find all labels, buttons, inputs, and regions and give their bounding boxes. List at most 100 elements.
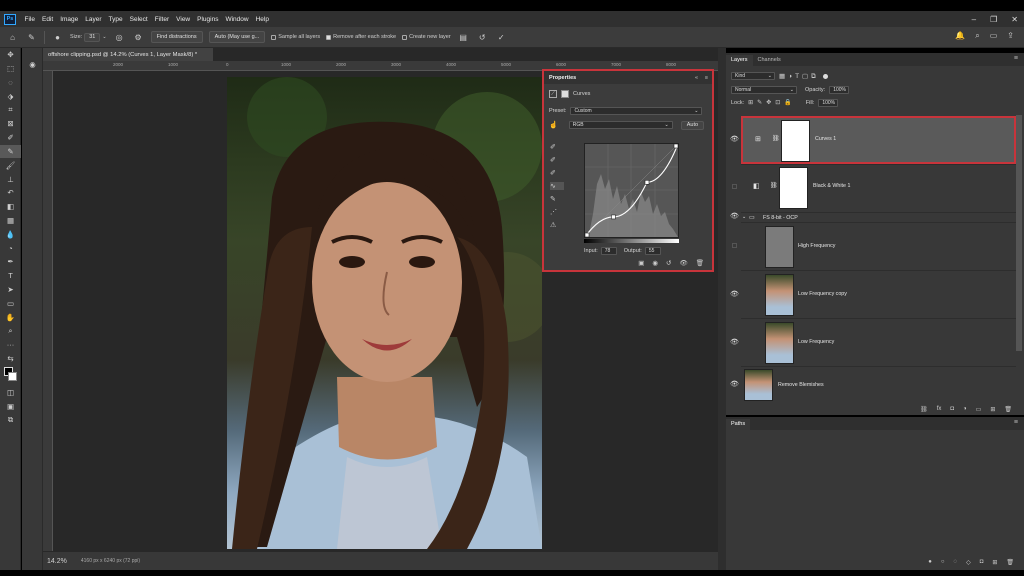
default-colors-icon[interactable]: ⇆ [0, 352, 21, 366]
home-icon[interactable]: ⌂ [6, 31, 19, 44]
layer-row-high-frequency[interactable]: High Frequency [741, 222, 1016, 270]
navigator-icon[interactable]: ◉ [22, 58, 43, 72]
visibility-eye-icon[interactable]: 👁 [730, 338, 739, 346]
curves-graph[interactable] [584, 143, 679, 238]
adjustment-layer-icon[interactable]: ◑ [963, 406, 967, 412]
smooth-curve-icon[interactable]: ⋰ [550, 208, 564, 216]
new-group-icon[interactable]: ▭ [976, 406, 982, 413]
tab-layers[interactable]: Layers [726, 55, 753, 66]
layer-row-low-frequency-copy[interactable]: Low Frequency copy [741, 270, 1016, 318]
view-previous-icon[interactable]: ◉ [652, 259, 658, 267]
menu-type[interactable]: Type [105, 16, 126, 23]
layer-style-icon[interactable]: fx [937, 406, 942, 412]
new-layer-icon[interactable]: ⊞ [990, 406, 995, 413]
layer-thumbnail[interactable] [744, 369, 773, 401]
dodge-tool-icon[interactable]: ◔ [0, 241, 21, 255]
auto-button[interactable]: Auto [680, 120, 705, 130]
pressure-icon[interactable]: ◎ [113, 31, 126, 44]
link-layers-icon[interactable]: ⛓ [920, 406, 928, 413]
target-adjust-icon[interactable]: ☝ [549, 121, 558, 129]
stroke-path-icon[interactable]: ○ [941, 559, 945, 566]
visibility-eye-icon[interactable]: 👁 [730, 290, 739, 298]
color-swatches[interactable] [0, 365, 21, 385]
menu-select[interactable]: Select [126, 16, 151, 23]
add-mask-icon[interactable]: ◘ [980, 559, 984, 566]
layer-row-remove-blemishes[interactable]: Remove Blemishes [741, 366, 1016, 403]
frame-tool-icon[interactable]: ⊠ [0, 117, 21, 131]
eyedropper-tool-icon[interactable]: ✐ [0, 131, 21, 145]
layer-row-low-frequency[interactable]: Low Frequency [741, 318, 1016, 366]
undo-icon[interactable]: ↺ [476, 31, 489, 44]
layer-row-curves[interactable]: ⊞ ⛓ Curves 1 [741, 116, 1016, 164]
brush-tool-icon[interactable]: 🖌 [0, 158, 21, 172]
fill-field[interactable]: 100% [818, 98, 839, 107]
visibility-off-box[interactable] [732, 184, 737, 189]
menu-filter[interactable]: Filter [151, 16, 172, 23]
pencil-draw-icon[interactable]: ✎ [550, 195, 564, 203]
visibility-eye-icon[interactable]: 👁 [730, 135, 739, 143]
menu-plugins[interactable]: Plugins [194, 16, 222, 23]
properties-title[interactable]: Properties [549, 75, 576, 81]
eraser-tool-icon[interactable]: ◧ [0, 200, 21, 214]
preset-select[interactable]: Custom ⌄ [570, 107, 703, 115]
sample-all-layers-checkbox[interactable]: Sample all layers [271, 34, 320, 40]
input-field[interactable]: 78 [600, 247, 617, 255]
edit-points-icon[interactable]: ∿ [550, 182, 564, 190]
lock-icons[interactable]: ⊞✎✥⊡🔒 [748, 99, 796, 106]
remove-after-stroke-checkbox[interactable]: Remove after each stroke [326, 34, 396, 40]
channel-select[interactable]: RGB ⌄ [568, 121, 673, 129]
menu-edit[interactable]: Edit [38, 16, 56, 23]
zoom-tool-icon[interactable]: ⌕ [0, 324, 21, 338]
trash-icon[interactable]: 🗑 [696, 259, 704, 267]
history-brush-tool-icon[interactable]: ↶ [0, 186, 21, 200]
brush-preset-icon[interactable]: ● [51, 31, 64, 44]
document-size-info[interactable]: 4160 px x 6240 px (72 ppi) [81, 558, 140, 564]
filter-toggle-icon[interactable] [822, 73, 828, 79]
curves-adjustment-icon[interactable]: ⟋ [549, 90, 557, 98]
canvas-photo[interactable] [227, 77, 542, 549]
menu-help[interactable]: Help [252, 16, 272, 23]
object-select-tool-icon[interactable]: ⬗ [0, 89, 21, 103]
message-icon[interactable]: ▤ [457, 31, 470, 44]
tab-channels[interactable]: Channels [753, 55, 786, 66]
layer-row-black-white[interactable]: ◧ ⛓ Black & White 1 [741, 164, 1016, 212]
move-tool-icon[interactable]: ✥ [0, 48, 21, 62]
hand-tool-icon[interactable]: ✋ [0, 310, 21, 324]
visibility-eye-icon[interactable]: 👁 [730, 212, 739, 220]
load-selection-icon[interactable]: ◌ [954, 559, 958, 566]
rectangle-tool-icon[interactable]: ▭ [0, 296, 21, 310]
marquee-tool-icon[interactable]: ⬚ [0, 62, 21, 76]
minimize-icon[interactable]: – [972, 15, 976, 24]
zoom-level[interactable]: 14.2% [47, 558, 67, 565]
layer-mask-thumbnail[interactable] [781, 120, 810, 162]
crop-tool-icon[interactable]: ⌗ [0, 103, 21, 117]
menu-view[interactable]: View [173, 16, 194, 23]
blend-mode-select[interactable]: Normal ⌄ [731, 85, 797, 94]
delete-path-icon[interactable]: 🗑 [1006, 559, 1014, 566]
visibility-eye-icon[interactable]: 👁 [730, 380, 739, 388]
layer-thumbnail[interactable] [765, 226, 794, 268]
fill-path-icon[interactable]: ● [928, 559, 932, 566]
menu-window[interactable]: Window [222, 16, 252, 23]
clip-to-layer-icon[interactable]: ▣ [638, 259, 644, 267]
layers-scrollbar[interactable] [1016, 115, 1022, 351]
search-icon[interactable]: ⌕ [975, 31, 979, 41]
tab-paths[interactable]: Paths [726, 419, 751, 430]
menu-layer[interactable]: Layer [82, 16, 105, 23]
document-tab[interactable]: offshore clipping.psd @ 14.2% (Curves 1,… [43, 48, 213, 61]
size-control[interactable]: Size: 31 ⌄ [70, 32, 107, 42]
visibility-icon[interactable]: 👁 [679, 259, 687, 267]
create-new-layer-checkbox[interactable]: Create new layer [402, 34, 451, 40]
panel-menu-icon[interactable]: ≡ [705, 75, 708, 81]
mode-select[interactable]: Auto (May use g... [208, 31, 266, 43]
reset-icon[interactable]: ↺ [666, 259, 671, 267]
menu-file[interactable]: File [21, 16, 38, 23]
layer-mask-thumbnail[interactable] [779, 167, 808, 209]
screen-mode-icon[interactable]: ▣ [0, 399, 21, 413]
quick-mask-icon[interactable]: ◫ [0, 385, 21, 399]
layer-mask-icon[interactable] [561, 90, 569, 98]
menu-image[interactable]: Image [57, 16, 82, 23]
filter-kind-select[interactable]: Kind ⌄ [731, 72, 775, 80]
bell-icon[interactable]: 🔔 [955, 31, 965, 41]
collapse-icon[interactable]: « [695, 75, 698, 81]
